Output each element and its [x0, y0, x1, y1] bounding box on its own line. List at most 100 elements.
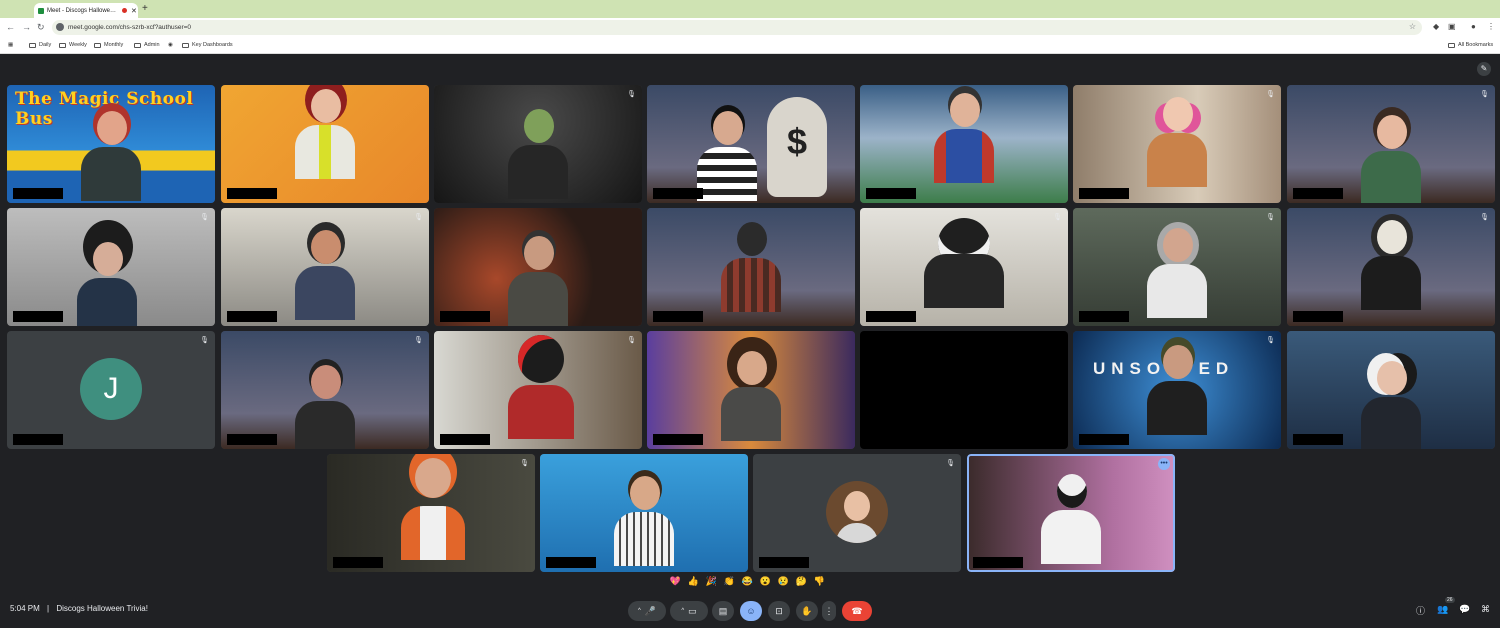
captions-button[interactable]: ▤ — [712, 601, 734, 621]
participant-figure — [1361, 361, 1421, 449]
head — [1163, 345, 1193, 379]
participant-tile[interactable]: 🎙 — [1287, 208, 1495, 326]
participant-name-redacted — [227, 434, 277, 445]
bookmark-label: Key Dashboards — [192, 42, 233, 48]
participant-name-redacted — [1293, 188, 1343, 199]
head — [518, 335, 564, 383]
reaction-clap[interactable]: 👏 — [722, 576, 737, 592]
participant-tile[interactable] — [1287, 331, 1495, 449]
chat-icon[interactable]: 💬 — [1459, 604, 1470, 615]
reaction-surprised[interactable]: 😮 — [758, 576, 773, 592]
participant-tile[interactable]: The Magic School Bus — [7, 85, 215, 203]
back-icon[interactable]: ← — [6, 22, 15, 32]
participant-tile[interactable]: $ — [647, 85, 855, 203]
forward-icon[interactable]: → — [22, 22, 31, 32]
participant-tile[interactable] — [860, 85, 1068, 203]
reload-icon[interactable]: ↻ — [37, 22, 45, 33]
more-vert-icon: ⋮ — [824, 605, 834, 616]
participant-tile[interactable]: 🎙 — [753, 454, 961, 572]
present-button[interactable]: ⊡ — [768, 601, 790, 621]
extensions-puzzle-icon[interactable]: ▣ — [1448, 22, 1456, 31]
participant-tile[interactable] — [221, 85, 429, 203]
reaction-laugh[interactable]: 😂 — [740, 576, 755, 592]
more-options-icon[interactable]: ••• — [1158, 458, 1170, 470]
folder-icon — [59, 42, 66, 48]
edit-layout-icon[interactable]: ✎ — [1477, 62, 1491, 76]
browser-tab[interactable]: Meet - Discogs Hallowe… ✕ — [34, 3, 138, 18]
participant-tile[interactable]: 🎙 — [221, 331, 429, 449]
participant-tile[interactable]: 🎙 — [434, 85, 642, 203]
participant-tile[interactable]: 🎙 — [860, 208, 1068, 326]
participant-tile[interactable]: UNSOLVED 🎙 — [1073, 331, 1281, 449]
participant-name-redacted — [333, 557, 383, 568]
torso — [1361, 151, 1421, 203]
participant-avatar: J — [80, 358, 142, 420]
chevron-up-icon[interactable]: ^ — [638, 608, 641, 614]
participant-tile[interactable]: 🎙 — [434, 331, 642, 449]
microphone-button[interactable]: ^ 🎤 — [628, 601, 666, 621]
bookmark-monthly[interactable]: Monthly — [94, 42, 123, 48]
participant-figure — [295, 89, 355, 179]
participant-figure — [697, 111, 757, 201]
muted-mic-icon: 🎙 — [200, 214, 209, 221]
bookmark-admin[interactable]: Admin — [134, 42, 160, 48]
participant-name-redacted — [866, 188, 916, 199]
bookmark-globe-icon[interactable]: ◉ — [168, 42, 173, 48]
participant-tile[interactable]: 🎙 — [1073, 208, 1281, 326]
head — [524, 109, 554, 143]
participant-name-redacted — [440, 311, 490, 322]
meeting-details-icon[interactable]: ⓘ — [1416, 604, 1425, 617]
browser-menu-icon[interactable]: ⋮ — [1487, 22, 1495, 31]
muted-mic-icon: 🎙 — [414, 214, 423, 221]
self-view-tile[interactable]: ••• — [967, 454, 1175, 572]
participant-tile[interactable] — [434, 208, 642, 326]
camera-button[interactable]: ^ ▭ — [670, 601, 708, 621]
participant-name-redacted — [13, 434, 63, 445]
head — [524, 236, 554, 270]
torso — [81, 147, 141, 201]
participant-tile[interactable] — [860, 331, 1068, 449]
participant-tile[interactable]: 🎙 — [1073, 85, 1281, 203]
bookmark-key-dashboards[interactable]: Key Dashboards — [182, 42, 233, 48]
participant-tile[interactable]: 🎙 — [1287, 85, 1495, 203]
torso — [295, 401, 355, 449]
torso — [77, 278, 137, 326]
participant-tile[interactable]: J 🎙 — [7, 331, 215, 449]
reaction-sad[interactable]: 😢 — [776, 576, 791, 592]
profile-icon[interactable]: ● — [1471, 22, 1476, 31]
bookmark-daily[interactable]: Daily — [29, 42, 51, 48]
participant-tile[interactable]: 🎙 — [327, 454, 535, 572]
reaction-thinking[interactable]: 🤔 — [794, 576, 809, 592]
participant-tile[interactable] — [647, 208, 855, 326]
all-bookmarks[interactable]: All Bookmarks — [1448, 42, 1493, 48]
reaction-thumbs-up[interactable]: 👍 — [686, 576, 701, 592]
participant-figure — [721, 351, 781, 441]
raise-hand-button[interactable]: ✋ — [796, 601, 818, 621]
bookmark-star-icon[interactable]: ☆ — [1409, 22, 1416, 31]
apps-grid-icon[interactable]: ▦ — [8, 42, 13, 48]
participant-tile[interactable] — [647, 331, 855, 449]
reactions-button[interactable]: ☺ — [740, 601, 762, 621]
head — [950, 93, 980, 127]
extension-icon[interactable]: ◆ — [1433, 22, 1439, 31]
reaction-heart[interactable]: 💖 — [668, 576, 683, 592]
leave-call-button[interactable]: ☎ — [842, 601, 872, 621]
reaction-thumbs-down[interactable]: 👎 — [812, 576, 827, 592]
new-tab-icon[interactable]: + — [142, 3, 148, 14]
site-info-icon[interactable] — [56, 23, 64, 31]
activities-icon[interactable]: ⌘ — [1481, 604, 1490, 615]
tab-title: Meet - Discogs Hallowe… — [47, 7, 117, 14]
url-field[interactable]: meet.google.com/chs-szrb-xcf?authuser=0 … — [52, 20, 1422, 35]
participant-name-redacted — [440, 434, 490, 445]
bookmark-weekly[interactable]: Weekly — [59, 42, 87, 48]
more-options-button[interactable]: ⋮ — [822, 601, 836, 621]
participant-tile[interactable]: 🎙 — [221, 208, 429, 326]
people-icon[interactable]: 👥 — [1437, 604, 1448, 615]
chevron-up-icon[interactable]: ^ — [681, 608, 684, 614]
close-tab-icon[interactable]: ✕ — [131, 7, 137, 15]
muted-mic-icon: 🎙 — [627, 337, 636, 344]
participant-tile[interactable]: 🎙 — [7, 208, 215, 326]
head — [737, 222, 767, 256]
participant-tile[interactable] — [540, 454, 748, 572]
reaction-party[interactable]: 🎉 — [704, 576, 719, 592]
